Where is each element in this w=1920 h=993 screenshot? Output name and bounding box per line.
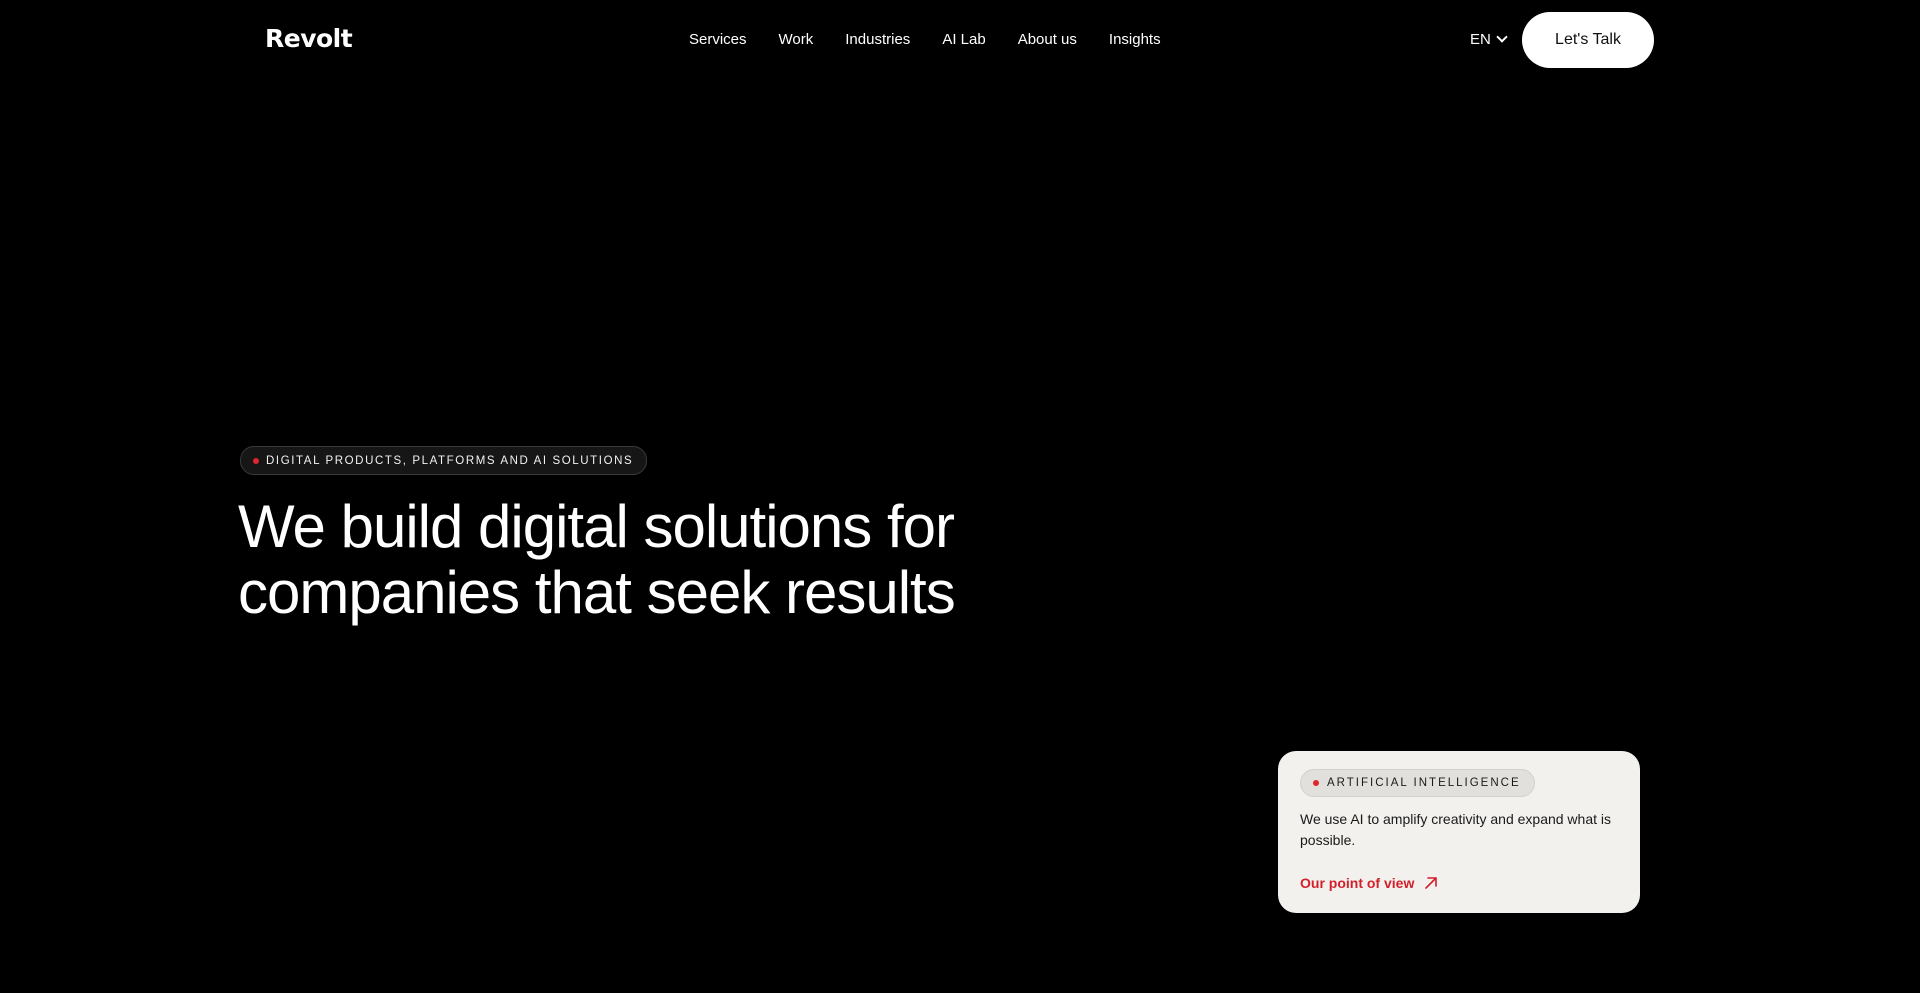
our-point-of-view-link[interactable]: Our point of view [1300, 875, 1438, 891]
red-dot-icon [1313, 780, 1319, 786]
card-badge-text: ARTIFICIAL INTELLIGENCE [1327, 777, 1521, 789]
nav-item-work[interactable]: Work [779, 31, 814, 48]
card-description: We use AI to amplify creativity and expa… [1300, 811, 1612, 848]
page: Revolt Services Work Industries AI Lab A… [0, 0, 1920, 993]
main-nav: Services Work Industries AI Lab About us… [689, 31, 1161, 48]
card-link-label: Our point of view [1300, 875, 1415, 891]
hero-headline-line-2: companies that seek results [238, 559, 956, 626]
language-selector[interactable]: EN [1470, 31, 1508, 48]
hero-eyebrow-badge: DIGITAL PRODUCTS, PLATFORMS AND AI SOLUT… [240, 446, 648, 475]
card-badge: ARTIFICIAL INTELLIGENCE [1300, 769, 1535, 797]
nav-item-insights[interactable]: Insights [1109, 31, 1161, 48]
red-dot-icon [253, 457, 259, 464]
chevron-down-icon [1496, 31, 1508, 43]
arrow-up-right-icon [1425, 877, 1438, 889]
hero-eyebrow-text: DIGITAL PRODUCTS, PLATFORMS AND AI SOLUT… [266, 454, 634, 467]
language-label: EN [1470, 31, 1491, 48]
nav-item-ai-lab[interactable]: AI Lab [942, 31, 985, 48]
lets-talk-button[interactable]: Let's Talk [1522, 12, 1654, 68]
nav-item-about-us[interactable]: About us [1018, 31, 1077, 48]
logo[interactable]: Revolt [265, 24, 353, 53]
site-header: Revolt Services Work Industries AI Lab A… [0, 0, 1920, 80]
hero-headline-line-1: We build digital solutions for [238, 493, 955, 560]
ai-promo-card: ARTIFICIAL INTELLIGENCE We use AI to amp… [1278, 751, 1640, 913]
nav-item-services[interactable]: Services [689, 31, 747, 48]
nav-item-industries[interactable]: Industries [845, 31, 910, 48]
hero-headline: We build digital solutions for companies… [238, 494, 1038, 626]
